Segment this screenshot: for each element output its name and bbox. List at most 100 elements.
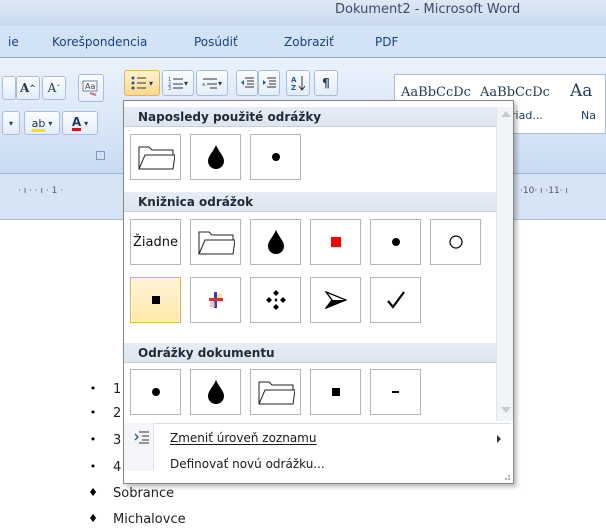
bullet-option-none[interactable]: Žiadne: [130, 219, 181, 265]
change-list-level-label: Zmeniť úroveň zoznamu: [170, 431, 317, 445]
ruler-left-ticks: · ı · · ı · 1 ·: [18, 186, 64, 196]
bullet-option-folder[interactable]: [130, 134, 181, 180]
drop-bullet-icon: [207, 380, 224, 404]
recent-bullets-header: Naposledy použité odrážky: [124, 107, 496, 127]
grow-font-button[interactable]: A ^: [16, 76, 40, 100]
ribbon-tabs: ie Korešpondencia Posúdiť Zobraziť PDF: [0, 26, 606, 58]
bullet-option-diamond-cluster[interactable]: [250, 277, 301, 323]
tab-view[interactable]: Zobraziť: [284, 35, 334, 49]
bullet-option-dash[interactable]: [370, 369, 421, 415]
numbering-icon: 123: [168, 77, 183, 90]
title-bar: Dokument2 - Microsoft Word: [0, 0, 606, 26]
document-bullets-header: Odrážky dokumentu: [124, 343, 496, 363]
font-color-button[interactable]: A ▾: [62, 111, 98, 135]
bullet-option-dot[interactable]: [370, 219, 421, 265]
define-new-bullet-menu-item[interactable]: Definovať novú odrážku...: [126, 453, 511, 475]
list-item-text: Sobrance: [113, 486, 175, 501]
dot-bullet-icon: [391, 238, 400, 246]
none-label: Žiadne: [133, 234, 178, 250]
bullet-option-circle[interactable]: [430, 219, 481, 265]
square-bullet-icon: [151, 296, 160, 304]
bullet-option-cross[interactable]: [190, 277, 241, 323]
list-item-text: 2: [113, 406, 122, 421]
gallery-scrollbar[interactable]: [496, 107, 513, 421]
shrink-font-button[interactable]: Aˇ: [42, 76, 66, 100]
bullets-button[interactable]: ▾: [124, 70, 160, 96]
show-formatting-marks-button[interactable]: ¶: [314, 70, 338, 96]
bullet-option-folder[interactable]: [250, 369, 301, 415]
folder-bullet-icon: [257, 381, 295, 405]
clear-formatting-button[interactable]: Aa: [78, 74, 104, 102]
list-item-text: 1: [113, 382, 122, 397]
bullet-library-title: Knižnica odrážok: [138, 195, 254, 209]
menu-separator: [126, 423, 511, 424]
folder-bullet-icon: [137, 146, 175, 170]
bullet-option-drop[interactable]: [190, 134, 241, 180]
svg-text:3: 3: [168, 86, 171, 90]
tab-review-partial[interactable]: ie: [8, 35, 19, 49]
shrink-font-label: A: [47, 81, 57, 95]
bullet-option-arrowhead[interactable]: [310, 277, 361, 323]
resize-grip-icon[interactable]: [501, 471, 511, 481]
checkmark-bullet-icon: [386, 291, 405, 309]
highlight-label: ab: [31, 116, 46, 130]
dot-bullet-icon: [151, 388, 160, 396]
bullet-library-dropdown: Naposledy použité odrážky Knižnica odráž…: [123, 100, 514, 484]
cross-bullet-icon: [208, 292, 223, 308]
list-bullet: •: [89, 382, 97, 395]
highlight-button[interactable]: ab ▾: [24, 111, 60, 135]
change-list-level-menu-item[interactable]: Zmeniť úroveň zoznamu: [126, 427, 511, 449]
svg-text:Aa: Aa: [85, 82, 95, 91]
recent-bullets-title: Naposledy použité odrážky: [138, 110, 322, 124]
list-bullet: •: [89, 460, 97, 473]
numbering-button[interactable]: 123 ▾: [162, 70, 194, 96]
folder-bullet-icon: [197, 231, 235, 255]
bullet-option-dot[interactable]: [250, 134, 301, 180]
bullet-option-square[interactable]: [310, 369, 361, 415]
style-no-spacing-preview[interactable]: AaBbCcDc: [480, 85, 550, 100]
style-heading-label: Na: [581, 109, 596, 122]
list-bullet: •: [89, 406, 97, 419]
list-item-text: Michalovce: [113, 512, 186, 527]
bullet-option-folder[interactable]: [190, 219, 241, 265]
bullet-option-dot[interactable]: [130, 369, 181, 415]
chevron-down-icon: ▾: [8, 118, 13, 128]
drop-bullet-icon: [207, 145, 224, 169]
svg-text:A: A: [291, 76, 297, 84]
ruler-right-ticks: ·10· ı ·11· ı: [520, 186, 568, 196]
bullet-option-square[interactable]: [130, 277, 181, 323]
bullet-option-checkmark[interactable]: [370, 277, 421, 323]
tab-review[interactable]: Posúdiť: [194, 35, 238, 49]
bullet-option-drop[interactable]: [190, 369, 241, 415]
scroll-down-icon[interactable]: [501, 407, 511, 413]
style-normal-preview[interactable]: AaBbCcDc: [401, 85, 471, 100]
bullet-library-header: Knižnica odrážok: [124, 192, 496, 212]
font-group-edge[interactable]: [2, 76, 16, 100]
bullets-icon: [131, 76, 146, 90]
up-caret-icon: ^: [29, 83, 36, 93]
sort-az-icon: AZ: [291, 76, 305, 91]
grow-font-label: A: [19, 81, 30, 95]
bullet-option-red-square[interactable]: [310, 219, 361, 265]
decrease-indent-button[interactable]: [236, 70, 258, 96]
tab-mailings[interactable]: Korešpondencia: [52, 35, 147, 49]
increase-indent-button[interactable]: [258, 70, 280, 96]
scroll-up-icon[interactable]: [501, 111, 511, 117]
submenu-arrow-icon: [497, 435, 501, 443]
bullet-option-drop[interactable]: [250, 219, 301, 265]
indent-level-icon: [134, 431, 149, 444]
sort-button[interactable]: AZ: [286, 70, 310, 96]
tab-pdf[interactable]: PDF: [375, 35, 398, 49]
chevron-down-icon: ▾: [217, 78, 222, 88]
circle-bullet-icon: [448, 235, 463, 249]
svg-text:a: a: [202, 82, 205, 88]
decrease-indent-icon: [241, 77, 254, 88]
font-color-label: A: [71, 114, 82, 131]
window-title: Dokument2 - Microsoft Word: [335, 2, 521, 17]
red-square-bullet-icon: [330, 237, 341, 247]
dialog-launcher-icon[interactable]: [96, 151, 105, 160]
chevron-down-icon: ▾: [48, 118, 53, 128]
style-heading-preview[interactable]: Aa: [570, 81, 592, 101]
multilevel-list-button[interactable]: a ▾: [196, 70, 228, 96]
strike-dropdown-button[interactable]: ▾: [2, 111, 20, 135]
